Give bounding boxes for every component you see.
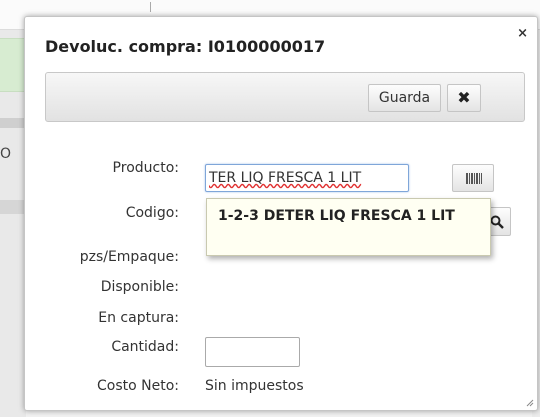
costo-neto-label: Costo Neto: [97,378,179,394]
producto-label: Producto: [112,160,179,176]
background-divider [150,2,151,12]
en-captura-label: En captura: [98,310,179,326]
autocomplete-item[interactable]: 1-2-3 DETER LIQ FRESCA 1 LIT [218,206,480,226]
producto-input-value: TER LIQ FRESCA 1 LIT [209,170,362,186]
return-dialog: Devoluc. compra: I0100000017 × Guarda ✖ … [24,16,538,411]
dialog-title: Devoluc. compra: I0100000017 [45,37,326,56]
dialog-toolbar: Guarda ✖ [45,72,525,122]
producto-input[interactable]: TER LIQ FRESCA 1 LIT [205,164,409,192]
cancel-button[interactable]: ✖ [447,84,481,112]
search-icon [490,215,504,229]
background-text-fragment: O [0,146,12,162]
background-bar [0,200,26,214]
autocomplete-dropdown: 1-2-3 DETER LIQ FRESCA 1 LIT [206,198,491,256]
cantidad-label: Cantidad: [111,339,179,355]
background-bar [0,118,26,128]
cantidad-input[interactable] [205,337,300,367]
costo-neto-value: Sin impuestos [205,378,304,394]
close-icon[interactable]: × [517,26,528,41]
pzs-empaque-label: pzs/Empaque: [79,249,179,265]
barcode-icon [466,173,482,184]
barcode-button[interactable] [452,164,494,192]
save-button[interactable]: Guarda [368,84,441,112]
background-highlight-row [0,38,26,92]
resize-grip-icon[interactable] [526,399,534,407]
disponible-label: Disponible: [100,279,179,295]
codigo-label: Codigo: [125,205,179,221]
